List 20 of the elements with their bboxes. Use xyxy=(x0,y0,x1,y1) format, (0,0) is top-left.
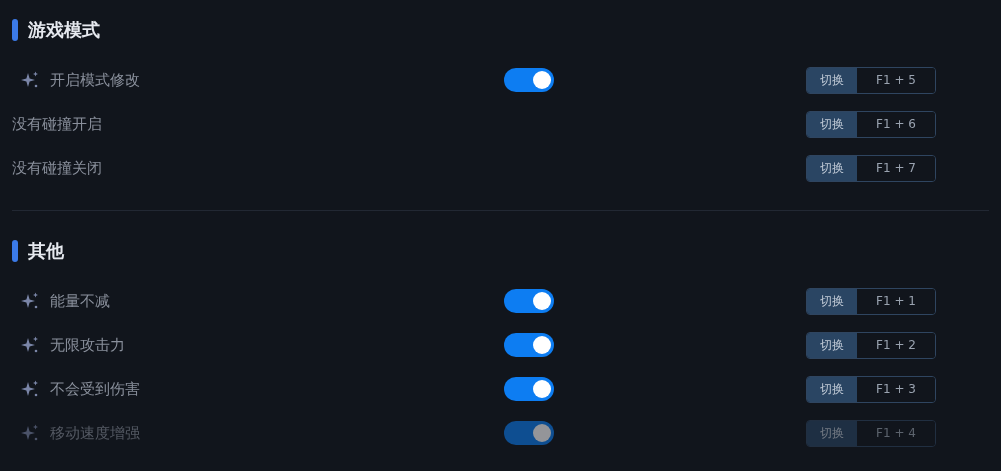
option-label: 没有碰撞开启 xyxy=(12,114,102,134)
section-marker xyxy=(12,19,18,41)
sparkle-icon xyxy=(20,335,40,355)
option-label: 无限攻击力 xyxy=(50,335,125,355)
toggle-switch[interactable] xyxy=(504,289,554,313)
toggle-switch[interactable] xyxy=(504,68,554,92)
toggle-switch[interactable] xyxy=(504,377,554,401)
sparkle-icon xyxy=(20,291,40,311)
sparkle-icon xyxy=(20,70,40,90)
option-label: 不会受到伤害 xyxy=(50,379,140,399)
toggle-switch[interactable] xyxy=(504,333,554,357)
section-marker xyxy=(12,240,18,262)
section-title: 其他 xyxy=(28,239,64,263)
option-label: 能量不减 xyxy=(50,291,110,311)
section-title: 游戏模式 xyxy=(28,18,100,42)
sparkle-icon xyxy=(20,423,40,443)
option-label: 没有碰撞关闭 xyxy=(12,158,102,178)
option-label: 开启模式修改 xyxy=(50,70,140,90)
option-label: 移动速度增强 xyxy=(50,423,140,443)
sparkle-icon xyxy=(20,379,40,399)
